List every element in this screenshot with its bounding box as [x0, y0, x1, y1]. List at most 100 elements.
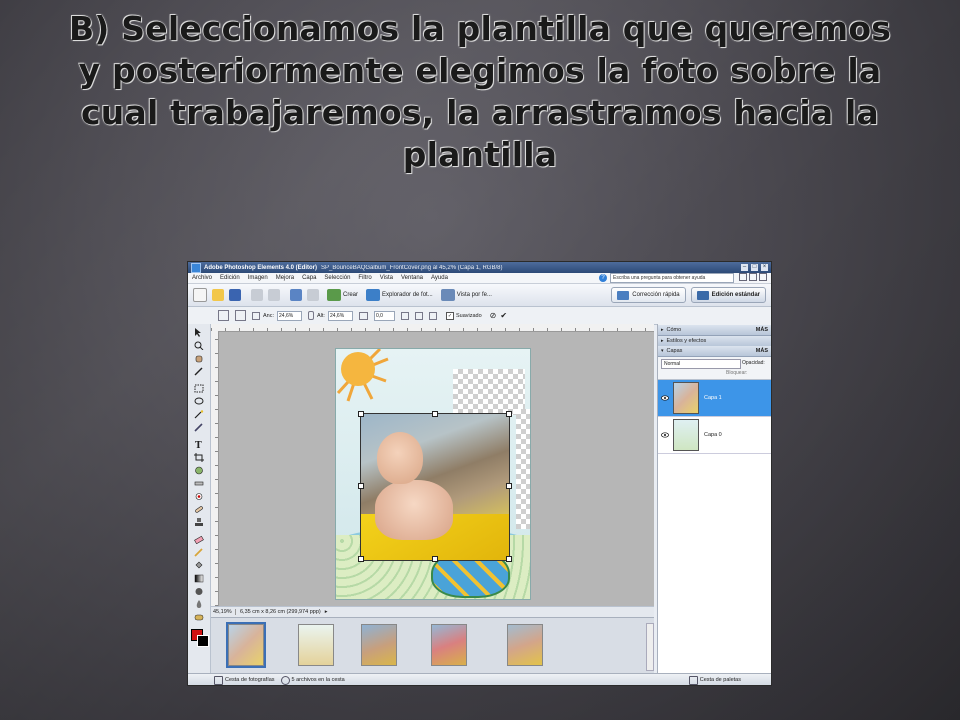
skew-horizontal-icon[interactable]	[400, 311, 409, 320]
eraser-tool-icon[interactable]	[194, 535, 204, 544]
transform-handle-top[interactable]	[432, 411, 438, 417]
move-tool-preset-icon[interactable]	[218, 310, 229, 321]
transform-handle-bottom[interactable]	[432, 556, 438, 562]
save-icon[interactable]	[229, 289, 241, 301]
pencil-tool-icon[interactable]	[194, 548, 204, 557]
selection-brush-tool-icon[interactable]	[194, 423, 204, 432]
crop-tool-icon[interactable]	[194, 453, 204, 462]
zoom-tool-icon[interactable]	[194, 341, 204, 350]
photo-bin-scrollbar[interactable]	[646, 623, 654, 671]
menu-ayuda[interactable]: Ayuda	[427, 275, 452, 281]
create-button[interactable]: Crear	[327, 289, 358, 301]
zoom-level[interactable]: 45,19%	[211, 609, 236, 615]
cancel-transform-icon[interactable]: ⊘	[490, 311, 497, 320]
maximize-icon[interactable]: □	[751, 264, 758, 271]
layers-more-button[interactable]: MÁS	[756, 348, 768, 354]
help-icon[interactable]: ?	[599, 274, 607, 282]
open-folder-icon[interactable]	[212, 289, 224, 301]
help-search-input[interactable]: Escriba una pregunta para obtener ayuda	[610, 273, 734, 283]
undo-icon[interactable]	[290, 289, 302, 301]
cookie-cutter-tool-icon[interactable]	[194, 466, 204, 475]
standard-edit-button[interactable]: Edición estándar	[690, 287, 766, 303]
transform-handle-top-right[interactable]	[506, 411, 512, 417]
commit-transform-icon[interactable]: ✔	[500, 311, 507, 320]
healing-brush-tool-icon[interactable]	[194, 505, 204, 514]
photo-browser-button[interactable]: Explorador de fot...	[366, 289, 433, 301]
background-color-swatch[interactable]	[197, 635, 209, 647]
smooth-checkbox[interactable]: ✓	[445, 311, 454, 320]
menu-archivo[interactable]: Archivo	[188, 275, 216, 281]
doc-window-controls	[737, 273, 767, 283]
transform-handle-bottom-left[interactable]	[358, 556, 364, 562]
transform-handle-bottom-right[interactable]	[506, 556, 512, 562]
palette-bin-toggle[interactable]: Cesta de paletas	[688, 675, 741, 685]
bin-thumbnail-1[interactable]	[226, 622, 266, 668]
layer-name: Capa 0	[704, 432, 722, 438]
bin-thumbnail-3[interactable]	[361, 624, 397, 666]
visibility-eye-icon[interactable]	[661, 395, 669, 401]
angle-input[interactable]: 0,0	[373, 310, 395, 321]
link-icon[interactable]	[308, 311, 315, 320]
menu-filtro[interactable]: Filtro	[354, 275, 375, 281]
straighten-tool-icon[interactable]	[194, 479, 204, 488]
menu-edicion[interactable]: Edición	[216, 275, 244, 281]
menu-mejora[interactable]: Mejora	[272, 275, 298, 281]
document-info: 6,35 cm x 8,26 cm (299,974 ppp)	[240, 609, 321, 615]
hand-tool-icon[interactable]	[194, 354, 204, 363]
quick-fix-button[interactable]: Corrección rápida	[611, 287, 686, 303]
type-tool-icon[interactable]: T	[194, 440, 204, 449]
quick-fix-label: Corrección rápida	[632, 292, 680, 298]
reference-point-icon[interactable]	[235, 310, 246, 321]
height-input[interactable]: 24,6%	[327, 310, 353, 321]
eyedropper-tool-icon[interactable]	[194, 367, 204, 376]
blend-mode-select[interactable]: Normal	[661, 359, 741, 369]
minimize-icon[interactable]: –	[741, 264, 748, 271]
print-icon[interactable]	[251, 289, 263, 301]
menu-capa[interactable]: Capa	[298, 275, 320, 281]
create-icon	[327, 289, 341, 301]
red-eye-tool-icon[interactable]	[194, 492, 204, 501]
status-bar: 45,19% 6,35 cm x 8,26 cm (299,974 ppp) ▸	[211, 606, 654, 617]
how-to-palette-header[interactable]: ▸ Cómo MÁS	[658, 325, 771, 336]
how-to-more-button[interactable]: MÁS	[756, 327, 768, 333]
doc-close-icon[interactable]	[759, 273, 767, 281]
shape-tool-icon[interactable]	[194, 587, 204, 596]
new-file-icon[interactable]	[193, 288, 207, 302]
width-input[interactable]: 24,6%	[277, 310, 303, 321]
close-icon[interactable]: ×	[761, 264, 768, 271]
blur-tool-icon[interactable]	[194, 600, 204, 609]
lasso-tool-icon[interactable]	[194, 397, 204, 406]
move-tool-icon[interactable]	[194, 328, 204, 337]
view-by-button[interactable]: Vista por fe...	[440, 289, 492, 301]
gradient-tool-icon[interactable]	[194, 574, 204, 583]
menu-vista[interactable]: Vista	[376, 275, 397, 281]
paint-bucket-tool-icon[interactable]	[194, 561, 204, 570]
dragged-baby-photo[interactable]	[360, 413, 510, 561]
restore-icon[interactable]	[739, 273, 747, 281]
transform-handle-left[interactable]	[358, 483, 364, 489]
magic-wand-tool-icon[interactable]	[194, 410, 204, 419]
layer-row-capa-1[interactable]: Capa 1	[658, 380, 771, 417]
tile-icon[interactable]	[749, 273, 757, 281]
layer-row-capa-0[interactable]: Capa 0	[658, 417, 771, 454]
bin-thumbnail-4[interactable]	[431, 624, 467, 666]
online-services-icon[interactable]	[268, 289, 280, 301]
transform-handle-top-left[interactable]	[358, 411, 364, 417]
distort-icon[interactable]	[428, 311, 437, 320]
layers-palette-header[interactable]: ▾ Capas MÁS	[658, 346, 771, 357]
bin-thumbnail-5[interactable]	[507, 624, 543, 666]
photo-bin-toggle[interactable]: Cesta de fotografías	[214, 675, 275, 685]
bin-options-icon[interactable]	[280, 675, 290, 685]
menu-seleccion[interactable]: Selección	[320, 275, 354, 281]
marquee-tool-icon[interactable]	[194, 384, 204, 393]
visibility-eye-icon[interactable]	[661, 432, 669, 438]
menu-imagen[interactable]: Imagen	[244, 275, 272, 281]
status-arrow-icon[interactable]: ▸	[325, 609, 328, 615]
clone-stamp-tool-icon[interactable]	[194, 518, 204, 527]
transform-handle-right[interactable]	[506, 483, 512, 489]
menu-ventana[interactable]: Ventana	[397, 275, 427, 281]
bin-thumbnail-2[interactable]	[298, 624, 334, 666]
redo-icon[interactable]	[307, 289, 319, 301]
skew-vertical-icon[interactable]	[414, 311, 423, 320]
sponge-tool-icon[interactable]	[194, 613, 204, 622]
